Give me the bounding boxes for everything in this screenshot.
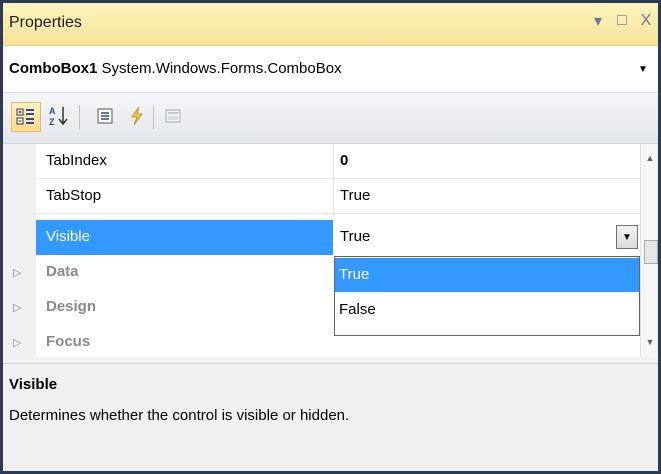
title-bar[interactable]: Properties ▾ □ X <box>3 3 658 46</box>
property-row-tabindex[interactable]: TabIndex 0 <box>3 144 640 179</box>
row-divider <box>36 213 640 214</box>
alphabetical-icon[interactable]: A Z <box>45 102 73 130</box>
scroll-up-icon[interactable]: ▲ <box>641 150 658 166</box>
property-value[interactable]: 0 <box>340 152 348 169</box>
description-title: Visible <box>9 376 58 393</box>
scroll-down-icon[interactable]: ▼ <box>641 334 658 350</box>
category-name: Data <box>46 263 79 280</box>
expand-icon[interactable]: ▷ <box>13 336 21 349</box>
scroll-thumb[interactable] <box>644 240 658 264</box>
expand-icon[interactable]: ▷ <box>13 266 21 279</box>
object-name: ComboBox1 <box>9 60 98 77</box>
maximize-icon[interactable]: □ <box>614 12 630 30</box>
property-row-visible[interactable]: Visible True ▼ <box>3 220 640 255</box>
property-row-tabstop[interactable]: TabStop True <box>3 179 640 214</box>
properties-toolbar: A Z <box>3 93 658 144</box>
description-pane: Visible Determines whether the control i… <box>3 363 658 471</box>
dropdown-option-true[interactable]: True <box>335 258 639 292</box>
object-selector-text: ComboBox1 System.Windows.Forms.ComboBox <box>9 60 342 77</box>
events-icon[interactable] <box>123 102 151 130</box>
option-label: False <box>339 301 376 318</box>
property-value: True <box>340 228 371 245</box>
expand-icon[interactable]: ▷ <box>13 301 21 314</box>
object-selector[interactable]: ComboBox1 System.Windows.Forms.ComboBox … <box>3 46 658 93</box>
properties-panel: Properties ▾ □ X ComboBox1 System.Window… <box>3 3 658 471</box>
title-buttons: ▾ □ X <box>590 12 654 30</box>
description-text: Determines whether the control is visibl… <box>9 407 350 424</box>
dropdown-button[interactable]: ▼ <box>616 225 638 249</box>
option-label: True <box>339 266 370 283</box>
svg-text:A: A <box>49 106 56 116</box>
property-value[interactable]: True <box>340 187 370 204</box>
dropdown-list: True False <box>334 256 640 336</box>
property-name: Visible <box>46 228 90 245</box>
window-frame: Properties ▾ □ X ComboBox1 System.Window… <box>0 0 661 474</box>
property-pages-icon[interactable] <box>159 102 187 130</box>
panel-title: Properties <box>9 14 82 31</box>
property-value-editor[interactable]: True ▼ <box>334 220 640 255</box>
svg-text:Z: Z <box>49 117 55 127</box>
chevron-down-icon[interactable]: ▼ <box>636 62 650 76</box>
category-name: Design <box>46 298 97 315</box>
chevron-down-icon: ▼ <box>622 231 632 243</box>
toolbar-separator <box>153 105 154 129</box>
vertical-scrollbar[interactable]: ▲ ▼ <box>640 144 658 357</box>
dropdown-option-false[interactable]: False <box>335 293 639 327</box>
properties-icon[interactable] <box>91 102 119 130</box>
categorized-icon[interactable] <box>11 102 41 132</box>
close-icon[interactable]: X <box>638 12 654 30</box>
property-name: TabIndex <box>46 152 107 169</box>
grid-divider <box>333 144 334 179</box>
property-name: TabStop <box>46 187 102 204</box>
category-name: Focus <box>46 333 91 350</box>
grid-divider <box>333 179 334 214</box>
toolbar-separator <box>79 105 80 129</box>
window-menu-icon[interactable]: ▾ <box>590 12 606 30</box>
object-type: System.Windows.Forms.ComboBox <box>101 60 342 77</box>
